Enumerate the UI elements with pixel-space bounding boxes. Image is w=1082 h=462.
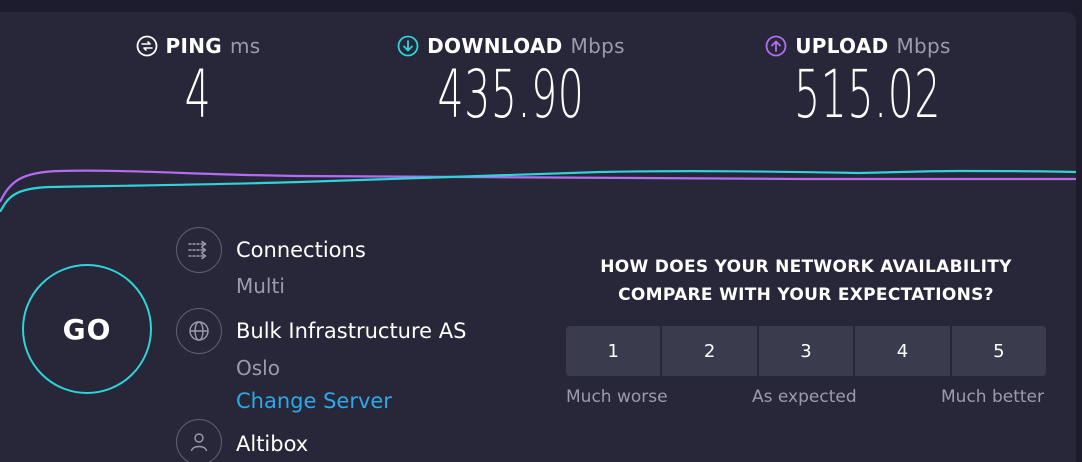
download-value: 435.90 [437, 56, 585, 133]
rating-button-1[interactable]: 1 [566, 326, 661, 376]
change-server-link[interactable]: Change Server [236, 389, 392, 413]
upload-graph-line [0, 169, 1076, 203]
upload-header: UPLOAD Mbps [755, 34, 961, 58]
download-metric: DOWNLOAD Mbps 435.90 [385, 34, 637, 130]
provider-name: Altibox [236, 432, 309, 456]
connections-arrows-icon [188, 240, 207, 260]
rating-scale: 1 2 3 4 5 [566, 326, 1046, 376]
upload-arrow-icon [765, 35, 787, 57]
survey-question-line1: HOW DOES YOUR NETWORK AVAILABILITY [600, 257, 1012, 277]
upload-label: UPLOAD [795, 34, 889, 58]
server-location: Oslo [236, 356, 280, 380]
ping-label: PING [165, 34, 222, 58]
rating-button-4[interactable]: 4 [855, 326, 950, 376]
download-arrow-icon [397, 35, 419, 57]
download-label: DOWNLOAD [427, 34, 563, 58]
survey-question-line2: COMPARE WITH YOUR EXPECTATIONS? [618, 285, 994, 305]
upload-value: 515.02 [794, 56, 942, 133]
survey-question: HOW DOES YOUR NETWORK AVAILABILITY COMPA… [566, 253, 1046, 309]
connections-value: Multi [236, 274, 285, 298]
server-name: Bulk Infrastructure AS [236, 319, 467, 343]
ping-header: PING ms [128, 34, 268, 58]
rating-button-2[interactable]: 2 [662, 326, 757, 376]
go-label: GO [62, 312, 112, 346]
speedtest-results-panel: PING ms 4 DOWNLOAD Mbps 435.90 UPLOAD Mb… [0, 12, 1076, 462]
rating-label-high: Much better [941, 387, 1044, 407]
connections-title: Connections [236, 238, 366, 262]
server-icon-wrap [176, 308, 222, 354]
speed-graph [0, 169, 1076, 212]
download-header: DOWNLOAD Mbps [385, 34, 637, 58]
connections-icon-wrap [176, 227, 222, 273]
rating-label-mid: As expected [752, 387, 857, 407]
user-icon [190, 433, 208, 452]
download-unit: Mbps [570, 34, 625, 58]
rating-button-3[interactable]: 3 [758, 326, 854, 376]
globe-icon [189, 321, 209, 341]
ping-icon [136, 35, 157, 57]
provider-icon-wrap [176, 419, 222, 462]
ping-value: 4 [184, 56, 212, 133]
upload-unit: Mbps [896, 34, 951, 58]
upload-metric: UPLOAD Mbps 515.02 [755, 34, 961, 130]
rating-button-5[interactable]: 5 [951, 326, 1046, 376]
rating-label-low: Much worse [566, 387, 668, 407]
ping-unit: ms [229, 34, 261, 58]
go-button[interactable]: GO [22, 264, 152, 394]
ping-metric: PING ms 4 [128, 34, 268, 130]
